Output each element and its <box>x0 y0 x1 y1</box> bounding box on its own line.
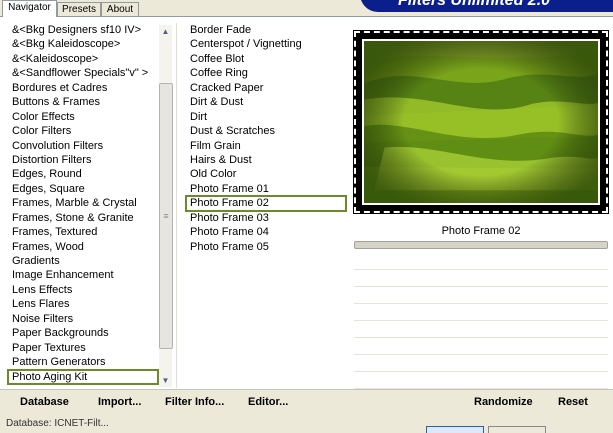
category-item[interactable]: Edges, Round <box>8 167 158 181</box>
category-item[interactable]: Lens Flares <box>8 297 158 311</box>
filter-list[interactable]: Border Fade Centerspot / Vignetting Coffee… <box>185 23 347 254</box>
filter-item[interactable]: Border Fade <box>186 23 346 37</box>
category-item[interactable]: Bordures et Cadres <box>8 81 158 95</box>
status-text: Database: ICNET-Filt... <box>6 418 109 429</box>
filter-item[interactable]: Photo Frame 05 <box>186 240 346 254</box>
tab-presets[interactable]: Presets <box>57 2 101 16</box>
scroll-down-icon[interactable]: ▼ <box>159 374 172 387</box>
category-item[interactable]: Lens Effects <box>8 283 158 297</box>
import-button[interactable]: Import... <box>98 394 141 410</box>
category-item[interactable]: Paper Backgrounds <box>8 326 158 340</box>
cancel-button[interactable] <box>488 426 546 433</box>
button-bar: Database Import... Filter Info... Editor… <box>0 389 613 416</box>
filter-info-button[interactable]: Filter Info... <box>165 394 224 410</box>
category-item[interactable]: Frames, Wood <box>8 240 158 254</box>
preview-filter-name: Photo Frame 02 <box>441 225 521 237</box>
category-item[interactable]: &<Sandflower Specials"v" > <box>8 66 158 80</box>
category-scrollbar[interactable]: ▲ ≡ ▼ <box>159 25 173 387</box>
editor-button[interactable]: Editor... <box>248 394 288 410</box>
category-item[interactable]: Distortion Filters <box>8 153 158 167</box>
category-item[interactable]: Edges, Square <box>8 182 158 196</box>
parameter-area <box>354 253 608 389</box>
category-item[interactable]: Gradients <box>8 254 158 268</box>
tab-about[interactable]: About <box>101 2 139 16</box>
category-item[interactable]: Frames, Marble & Crystal <box>8 196 158 210</box>
filter-item[interactable]: Old Color <box>186 167 346 181</box>
preview-frame <box>353 30 609 214</box>
reset-button[interactable]: Reset <box>558 394 588 410</box>
scroll-thumb[interactable]: ≡ <box>159 83 173 349</box>
filter-item[interactable]: Dirt & Dust <box>186 95 346 109</box>
randomize-button[interactable]: Randomize <box>474 394 533 410</box>
navigator-panel: &<Bkg Designers sf10 IV> &<Bkg Kaleidosco… <box>0 16 613 390</box>
filter-item[interactable]: Film Grain <box>186 139 346 153</box>
filter-item[interactable]: Cracked Paper <box>186 81 346 95</box>
category-item[interactable]: Paper Textures <box>8 341 158 355</box>
category-item[interactable]: Pattern Generators <box>8 355 158 369</box>
category-item[interactable]: Frames, Stone & Granite <box>8 211 158 225</box>
parameter-slider[interactable] <box>354 241 608 249</box>
list-divider <box>176 23 177 388</box>
app-banner: Filters Unlimited 2.0 <box>360 0 613 12</box>
category-item[interactable]: Convolution Filters <box>8 139 158 153</box>
category-item[interactable]: Image Enhancement <box>8 268 158 282</box>
filter-item[interactable]: Photo Frame 01 <box>186 182 346 196</box>
database-button[interactable]: Database <box>20 394 69 410</box>
category-item[interactable]: &<Bkg Designers sf10 IV> <box>8 23 158 37</box>
category-item[interactable]: &<Kaleidoscope> <box>8 52 158 66</box>
filter-item[interactable]: Photo Frame 04 <box>186 225 346 239</box>
filter-item[interactable]: Dirt <box>186 110 346 124</box>
category-list[interactable]: &<Bkg Designers sf10 IV> &<Bkg Kaleidosco… <box>7 23 159 385</box>
category-item[interactable]: Buttons & Frames <box>8 95 158 109</box>
category-item[interactable]: Frames, Textured <box>8 225 158 239</box>
category-item[interactable]: Color Filters <box>8 124 158 138</box>
filter-item[interactable]: Dust & Scratches <box>186 124 346 138</box>
filter-item[interactable]: Centerspot / Vignetting <box>186 37 346 51</box>
filter-item[interactable]: Hairs & Dust <box>186 153 346 167</box>
preview-image <box>364 41 598 203</box>
scroll-up-icon[interactable]: ▲ <box>159 25 172 38</box>
category-item[interactable]: Noise Filters <box>8 312 158 326</box>
ok-button[interactable] <box>426 426 484 433</box>
category-item[interactable]: Photo Aging Kit <box>7 368 159 385</box>
filter-item[interactable]: Photo Frame 02 <box>185 195 347 212</box>
filter-item[interactable]: Coffee Blot <box>186 52 346 66</box>
filter-item[interactable]: Coffee Ring <box>186 66 346 80</box>
filter-item[interactable]: Photo Frame 03 <box>186 211 346 225</box>
category-item[interactable]: &<Bkg Kaleidoscope> <box>8 37 158 51</box>
tab-bar: Navigator Presets About Filters Unlimite… <box>0 0 613 17</box>
category-item[interactable]: Color Effects <box>8 110 158 124</box>
grip-icon: ≡ <box>163 211 169 221</box>
tab-navigator[interactable]: Navigator <box>2 0 57 17</box>
